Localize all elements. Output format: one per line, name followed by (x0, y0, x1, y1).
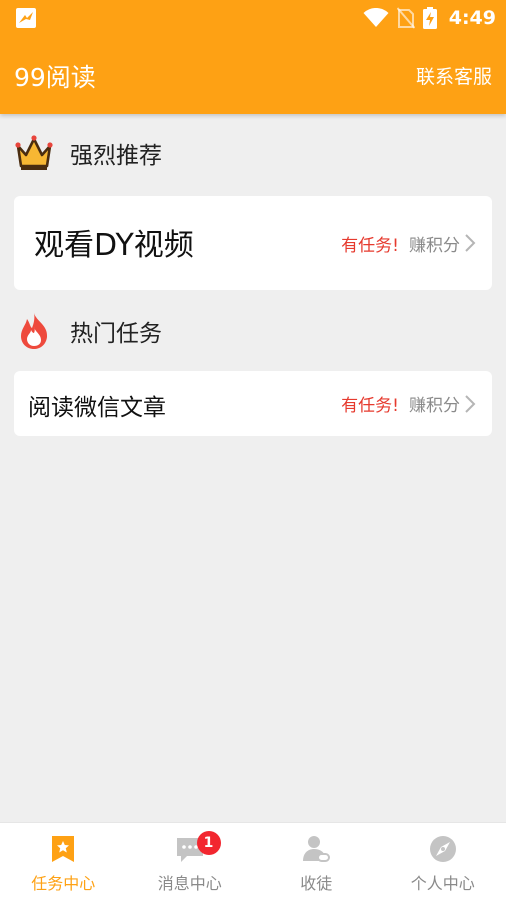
status-right: 4:49 (363, 6, 496, 30)
contact-support-button[interactable]: 联系客服 (416, 62, 492, 89)
task-tag: 有任务! (341, 391, 399, 416)
tab-label: 任务中心 (31, 870, 95, 894)
recommend-heading: 强烈推荐 (70, 136, 162, 170)
chevron-right-icon (464, 394, 476, 414)
card-title: 观看DY视频 (34, 220, 194, 264)
app-title: 99阅读 (14, 58, 96, 94)
card-right: 有任务! 赚积分 (341, 196, 476, 290)
task-tag: 有任务! (341, 231, 399, 256)
read-wechat-article-card[interactable]: 阅读微信文章 有任务! 赚积分 (14, 371, 492, 436)
earn-points-label: 赚积分 (409, 391, 460, 416)
earn-points-label: 赚积分 (409, 231, 460, 256)
tab-task-center[interactable]: 任务中心 (0, 823, 127, 901)
hot-section-header: 热门任务 (14, 311, 162, 351)
card-right: 有任务! 赚积分 (341, 371, 476, 436)
bookmark-star-icon (48, 834, 78, 864)
chevron-right-icon (464, 233, 476, 253)
hot-heading: 热门任务 (70, 314, 162, 348)
tab-message-center[interactable]: 1 消息中心 (127, 823, 254, 901)
card-title: 阅读微信文章 (28, 388, 166, 422)
unread-badge: 1 (197, 831, 221, 855)
tab-label: 消息中心 (158, 870, 222, 894)
user-icon (301, 834, 331, 864)
tab-apprentice[interactable]: 收徒 (253, 823, 380, 901)
status-time: 4:49 (449, 7, 496, 29)
app-header: 4:49 99阅读 联系客服 (0, 0, 506, 114)
compass-icon (428, 834, 458, 864)
bottom-tab-bar: 任务中心 1 消息中心 收徒 个人中心 (0, 822, 506, 901)
battery-charging-icon (423, 7, 437, 29)
wifi-icon (363, 8, 389, 28)
tab-label: 个人中心 (411, 870, 475, 894)
app-notification-icon (16, 8, 36, 28)
crown-icon (14, 133, 54, 173)
recommend-section-header: 强烈推荐 (14, 133, 162, 173)
watch-dy-video-card[interactable]: 观看DY视频 有任务! 赚积分 (14, 196, 492, 290)
no-sim-icon (397, 7, 415, 29)
tab-personal-center[interactable]: 个人中心 (380, 823, 506, 901)
tab-label: 收徒 (300, 870, 332, 894)
status-bar: 4:49 (0, 0, 506, 36)
flame-icon (14, 311, 54, 351)
